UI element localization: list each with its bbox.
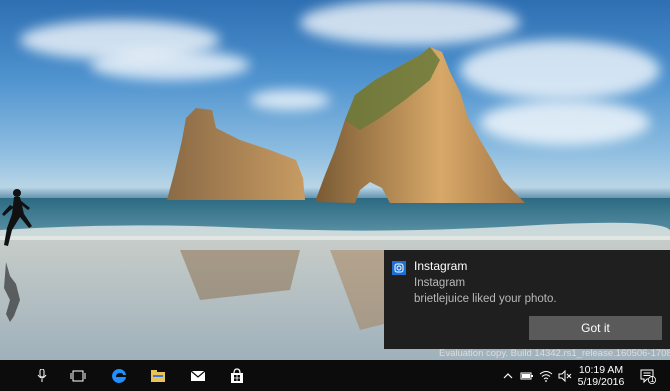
instagram-icon <box>392 261 406 275</box>
microphone-icon[interactable] <box>30 360 54 391</box>
notification-toast[interactable]: Instagram Instagram brietlejuice liked y… <box>384 250 670 349</box>
task-view-icon[interactable] <box>66 360 90 391</box>
clock-date: 5/19/2016 <box>577 375 625 388</box>
edge-icon[interactable] <box>106 360 132 391</box>
toast-message: brietlejuice liked your photo. <box>414 293 557 305</box>
notification-count-badge: 1 <box>650 375 655 384</box>
chevron-up-icon[interactable] <box>500 360 516 391</box>
store-icon[interactable] <box>224 360 250 391</box>
desktop-wallpaper: Instagram Instagram brietlejuice liked y… <box>0 0 670 360</box>
volume-muted-icon[interactable] <box>556 360 574 391</box>
battery-icon[interactable] <box>518 360 536 391</box>
got-it-button[interactable]: Got it <box>529 316 662 340</box>
clock[interactable]: 10:19 AM 5/19/2016 <box>576 360 626 391</box>
mail-icon[interactable] <box>185 360 211 391</box>
toast-app-name: Instagram <box>414 259 468 273</box>
taskbar: 10:19 AM 5/19/2016 1 <box>0 360 670 391</box>
action-center-icon[interactable]: 1 <box>636 360 660 391</box>
toast-title: Instagram <box>414 277 466 289</box>
evaluation-watermark: Evaluation copy. Build 14342.rs1_release… <box>439 348 670 359</box>
wifi-icon[interactable] <box>537 360 555 391</box>
file-explorer-icon[interactable] <box>145 360 171 391</box>
clock-time: 10:19 AM <box>578 363 624 376</box>
